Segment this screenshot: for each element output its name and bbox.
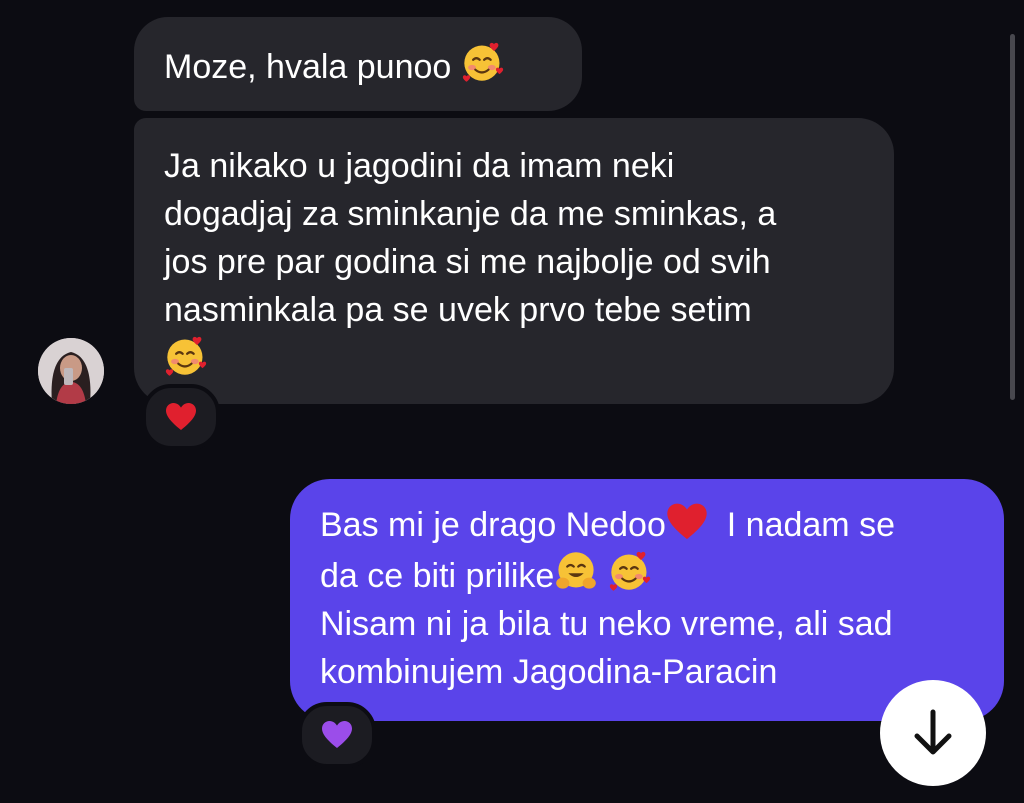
message-line: nasminkala pa se uvek prvo tebe setim bbox=[164, 291, 752, 329]
message-line: kombinujem Jagodina-Paracin bbox=[320, 653, 778, 691]
message-line: jos pre par godina si me najbolje od svi… bbox=[164, 243, 771, 281]
scroll-to-bottom-button[interactable] bbox=[880, 680, 986, 786]
smiling-face-with-hearts-icon bbox=[608, 549, 652, 593]
reaction-badge[interactable] bbox=[298, 702, 376, 768]
avatar[interactable] bbox=[38, 338, 104, 404]
message-line: Nisam ni ja bila tu neko vreme, ali sad bbox=[320, 605, 893, 643]
incoming-message[interactable]: Moze, hvala punoo bbox=[134, 17, 582, 111]
red-heart-icon bbox=[165, 402, 197, 432]
chat-screen: Moze, hvala punoo Ja nikako u jagodini d… bbox=[0, 0, 1024, 803]
message-line: dogadjaj za sminkanje da me sminkas, a bbox=[164, 195, 777, 233]
red-heart-icon bbox=[666, 502, 708, 542]
message-line: Ja nikako u jagodini da imam neki bbox=[164, 147, 675, 185]
avatar-photo bbox=[38, 338, 104, 404]
reaction-badge[interactable] bbox=[142, 384, 220, 450]
incoming-message[interactable]: Ja nikako u jagodini da imam neki dogadj… bbox=[134, 118, 894, 404]
message-line: da ce biti prilike bbox=[320, 549, 974, 600]
message-text: da ce biti prilike bbox=[320, 557, 555, 595]
smiling-face-with-hearts-icon bbox=[461, 40, 505, 84]
message-text: I nadam se bbox=[726, 506, 895, 544]
purple-heart-icon bbox=[321, 720, 353, 750]
message-text: Bas mi je drago Nedoo bbox=[320, 506, 666, 544]
scrollbar[interactable] bbox=[1010, 34, 1015, 400]
message-text: Moze, hvala punoo bbox=[164, 48, 452, 86]
arrow-down-icon bbox=[914, 709, 952, 755]
smiling-face-with-hearts-icon bbox=[164, 334, 208, 378]
hugging-face-icon bbox=[554, 549, 598, 593]
message-line: Bas mi je drago Nedoo I nadam se bbox=[320, 501, 974, 549]
outgoing-message[interactable]: Bas mi je drago Nedoo I nadam se da ce b… bbox=[290, 479, 1004, 721]
message-emoji-line bbox=[164, 334, 864, 385]
